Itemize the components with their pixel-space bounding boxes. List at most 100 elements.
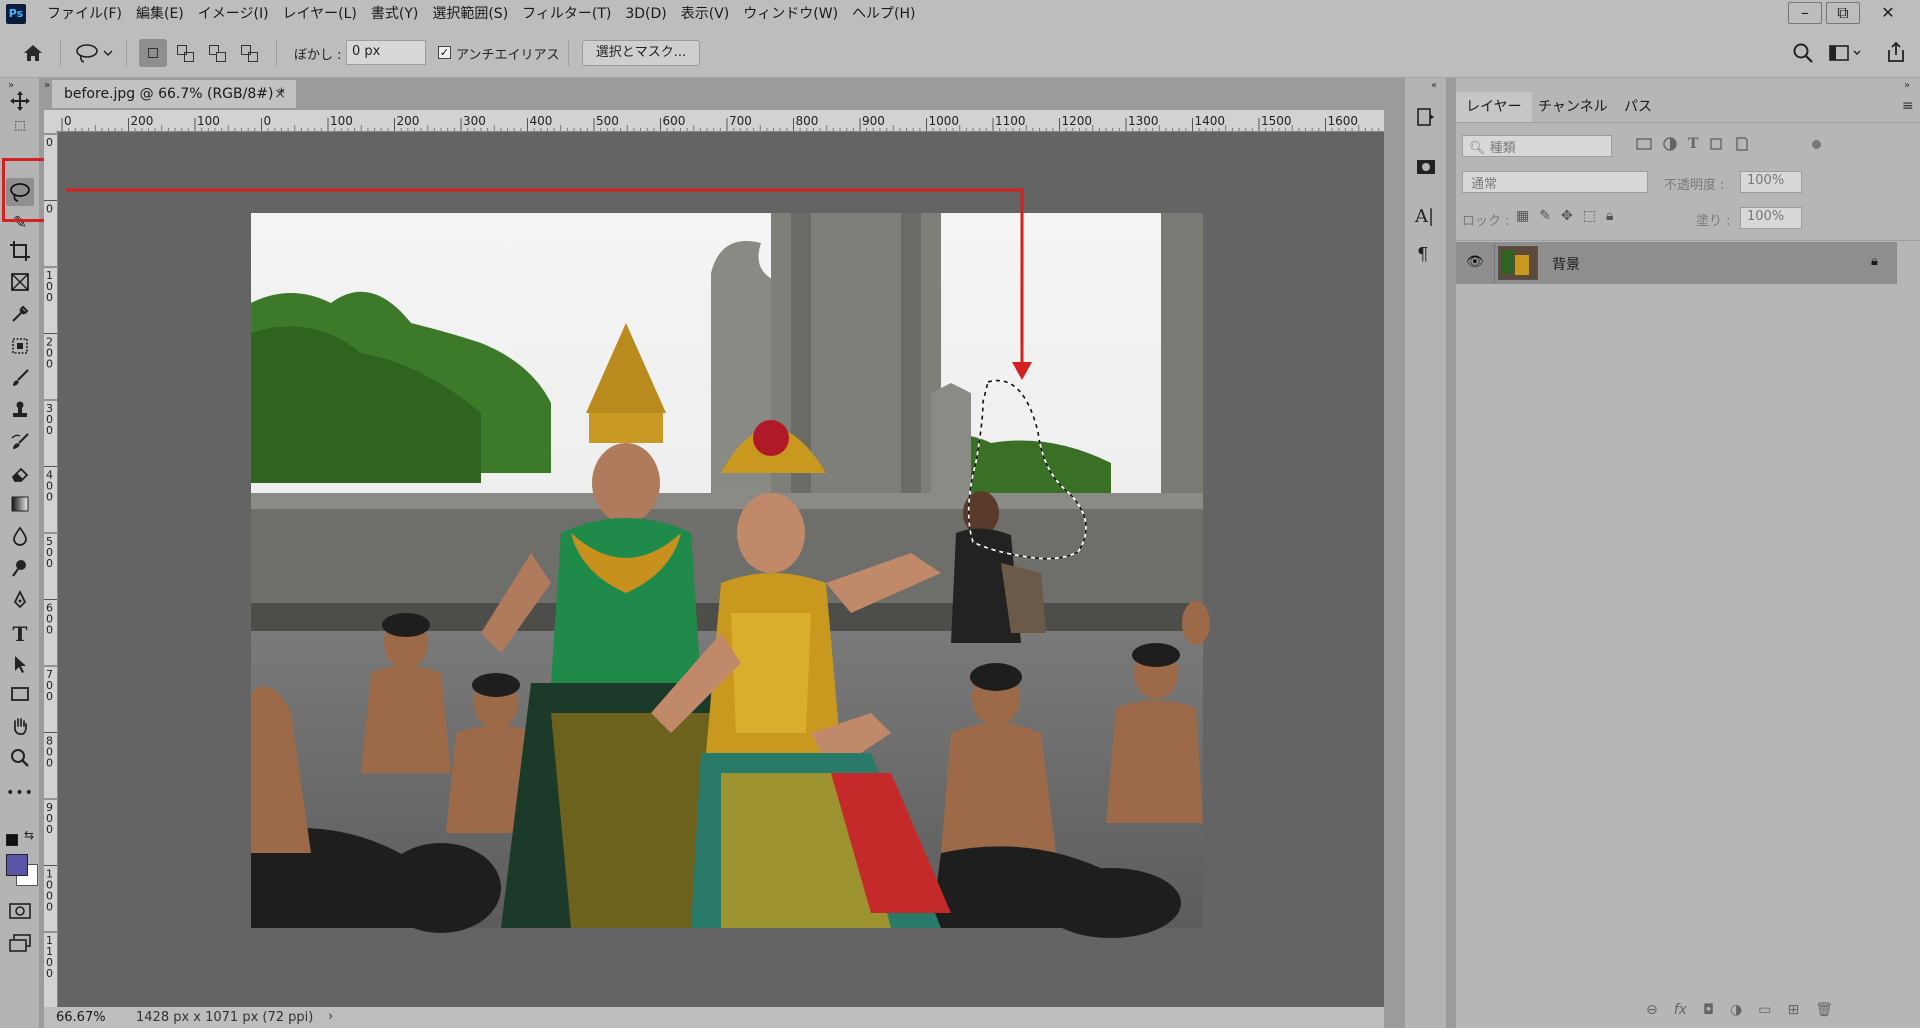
collapse-icon[interactable]: » bbox=[1904, 80, 1910, 91]
hand-icon[interactable] bbox=[6, 716, 34, 742]
filter-toggle-icon[interactable] bbox=[1812, 140, 1821, 149]
fill-input[interactable]: 100% bbox=[1740, 207, 1802, 229]
menu-layer[interactable]: レイヤー(L) bbox=[276, 0, 364, 28]
document-dimensions: 1428 px x 1071 px (72 ppi) bbox=[136, 1010, 314, 1025]
swap-colors-icon[interactable]: ⇆ bbox=[24, 828, 34, 842]
lock-label: ロック : bbox=[1462, 214, 1510, 229]
link-layers-icon[interactable]: ⊖ bbox=[1646, 1002, 1658, 1018]
menu-select[interactable]: 選択範囲(S) bbox=[425, 0, 515, 28]
menu-type[interactable]: 書式(Y) bbox=[364, 0, 425, 28]
move-icon[interactable] bbox=[6, 90, 34, 116]
zoom-icon[interactable] bbox=[6, 748, 34, 774]
gradient-icon[interactable] bbox=[6, 494, 34, 520]
history-brush-icon[interactable] bbox=[6, 432, 34, 458]
menu-help[interactable]: ヘルプ(H) bbox=[845, 0, 922, 28]
layer-name[interactable]: 背景 bbox=[1552, 254, 1580, 274]
layer-row[interactable]: 👁︎ 背景 🔒︎ bbox=[1456, 242, 1897, 284]
add-selection-button[interactable] bbox=[171, 39, 199, 67]
lock-artboard-icon[interactable]: ⬚ bbox=[1583, 208, 1596, 224]
search-icon[interactable] bbox=[1792, 42, 1814, 64]
rectangle-icon[interactable] bbox=[6, 684, 34, 710]
share-icon[interactable] bbox=[1884, 40, 1908, 64]
eraser-icon[interactable] bbox=[6, 464, 34, 490]
blur-icon[interactable] bbox=[6, 526, 34, 552]
document-tab[interactable]: before.jpg @ 66.7% (RGB/8#) * × bbox=[52, 80, 296, 108]
subtract-selection-button[interactable] bbox=[203, 39, 231, 67]
new-group-icon[interactable]: ▭ bbox=[1758, 1002, 1771, 1018]
foreground-color-swatch[interactable] bbox=[6, 854, 28, 876]
type-icon[interactable]: T bbox=[6, 622, 34, 648]
blend-mode-select[interactable]: 通常 bbox=[1462, 171, 1648, 193]
menu-edit[interactable]: 編集(E) bbox=[129, 0, 191, 28]
lock-position-icon[interactable]: ✥ bbox=[1561, 208, 1573, 224]
eyedropper-icon[interactable] bbox=[6, 304, 34, 330]
history-panel-icon[interactable] bbox=[1415, 106, 1437, 128]
type-filter-icon[interactable]: T bbox=[1688, 136, 1698, 156]
menu-window[interactable]: ウィンドウ(W) bbox=[736, 0, 845, 28]
tab-close-icon[interactable]: × bbox=[274, 80, 286, 108]
minimize-button[interactable]: – bbox=[1788, 2, 1822, 24]
delete-layer-icon[interactable]: 🗑︎ bbox=[1815, 1002, 1833, 1018]
tab-paths[interactable]: パス bbox=[1614, 92, 1662, 122]
adjustment-layer-icon[interactable]: ◑ bbox=[1730, 1002, 1742, 1018]
tab-channels[interactable]: チャンネル bbox=[1528, 92, 1618, 122]
antialias-checkbox[interactable]: ✓ bbox=[438, 46, 451, 59]
restore-button[interactable]: ⧉ bbox=[1826, 2, 1860, 24]
menu-file[interactable]: ファイル(F) bbox=[40, 0, 129, 28]
menu-view[interactable]: 表示(V) bbox=[674, 0, 737, 28]
ruler-label: 0 bbox=[46, 424, 53, 437]
opacity-input[interactable]: 100% bbox=[1740, 171, 1802, 193]
quick-mask-icon[interactable] bbox=[6, 902, 34, 928]
adjustment-filter-icon[interactable] bbox=[1662, 136, 1678, 152]
canvas-area[interactable] bbox=[58, 132, 1384, 1007]
menu-3d[interactable]: 3D(D) bbox=[618, 0, 673, 28]
fx-icon[interactable]: fx bbox=[1674, 1002, 1687, 1018]
visibility-eye-icon[interactable]: 👁︎ bbox=[1466, 254, 1484, 270]
smart-object-filter-icon[interactable] bbox=[1734, 136, 1750, 152]
new-selection-button[interactable] bbox=[139, 39, 167, 67]
lock-image-icon[interactable]: ✎ bbox=[1539, 208, 1551, 224]
feather-input[interactable]: 0 px bbox=[346, 40, 426, 65]
zoom-level[interactable]: 66.67% bbox=[56, 1010, 106, 1025]
shape-filter-icon[interactable] bbox=[1708, 136, 1724, 152]
pixel-filter-icon[interactable] bbox=[1636, 136, 1652, 152]
tab-layers[interactable]: レイヤー bbox=[1456, 92, 1532, 122]
layer-filter-select[interactable]: 🔍︎ 種類 bbox=[1462, 135, 1612, 157]
intersect-selection-button[interactable] bbox=[235, 39, 263, 67]
collapse-icon[interactable]: « bbox=[1431, 80, 1437, 91]
paragraph-panel-icon[interactable]: ¶ bbox=[1417, 244, 1428, 265]
lock-transparent-icon[interactable]: ▦ bbox=[1516, 208, 1529, 224]
workspace-icon[interactable] bbox=[1828, 42, 1864, 64]
collapse-icon[interactable]: » bbox=[44, 80, 50, 91]
panel-menu-icon[interactable]: ≡ bbox=[1902, 98, 1914, 114]
marquee-icon[interactable]: ⬚ bbox=[6, 118, 34, 132]
screen-mode-icon[interactable] bbox=[6, 934, 34, 960]
lock-all-icon[interactable]: 🔒︎ bbox=[1606, 208, 1613, 224]
menu-filter[interactable]: フィルター(T) bbox=[515, 0, 618, 28]
properties-panel-icon[interactable] bbox=[1415, 156, 1437, 178]
stamp-icon[interactable] bbox=[6, 400, 34, 426]
pen-icon[interactable] bbox=[6, 589, 34, 616]
new-layer-icon[interactable]: ⊞ bbox=[1787, 1002, 1799, 1018]
default-colors-icon[interactable] bbox=[6, 834, 18, 846]
dodge-icon[interactable] bbox=[6, 558, 34, 584]
ruler-label: 400 bbox=[530, 114, 553, 128]
crop-icon[interactable] bbox=[6, 240, 34, 266]
lasso-preset-icon[interactable] bbox=[74, 41, 114, 65]
layer-filter-icons: T bbox=[1636, 136, 1776, 156]
home-icon[interactable] bbox=[20, 41, 46, 65]
document-image[interactable] bbox=[58, 132, 1384, 1007]
ruler-label: 0 bbox=[46, 491, 53, 504]
close-window-button[interactable]: ✕ bbox=[1868, 0, 1908, 26]
status-menu-arrow[interactable]: › bbox=[328, 1009, 333, 1024]
brush-icon[interactable] bbox=[6, 368, 34, 394]
menu-image[interactable]: イメージ(I) bbox=[191, 0, 276, 28]
more-tools-icon[interactable]: ••• bbox=[6, 780, 34, 806]
frame-icon[interactable] bbox=[6, 272, 34, 298]
healing-brush-icon[interactable] bbox=[6, 336, 34, 362]
ruler-label: 0 bbox=[46, 690, 53, 703]
path-select-icon[interactable] bbox=[6, 654, 34, 680]
select-and-mask-button[interactable]: 選択とマスク... bbox=[582, 40, 700, 66]
character-panel-icon[interactable]: A| bbox=[1415, 206, 1434, 227]
add-mask-icon[interactable]: ◘ bbox=[1703, 1002, 1714, 1018]
